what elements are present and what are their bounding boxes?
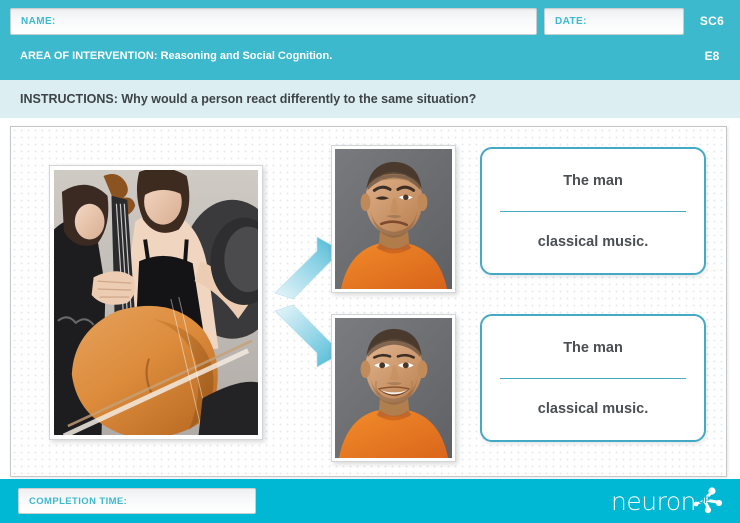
header-bar: NAME: DATE: SC6 AREA OF INTERVENTION: Re… bbox=[0, 0, 740, 80]
name-label: NAME: bbox=[21, 15, 56, 27]
instructions-text: INSTRUCTIONS: Why would a person react d… bbox=[20, 92, 477, 106]
date-input[interactable]: DATE: bbox=[544, 7, 684, 35]
man-smiling-photo bbox=[335, 318, 452, 458]
answer-1-line-1: The man bbox=[563, 172, 623, 189]
answer-box-1[interactable]: The man classical music. bbox=[480, 147, 706, 275]
logo-up-badge: UP bbox=[698, 495, 711, 505]
worksheet-panel: The man classical music. The man classic… bbox=[10, 126, 727, 477]
stimulus-image-frame bbox=[49, 165, 263, 440]
date-label: DATE: bbox=[555, 15, 587, 27]
completion-time-label: COMPLETION TIME: bbox=[29, 495, 128, 507]
area-of-intervention-text: AREA OF INTERVENTION: Reasoning and Soci… bbox=[20, 50, 684, 62]
footer-bar: COMPLETION TIME: neuron UP bbox=[0, 479, 740, 523]
area-label: AREA OF INTERVENTION: bbox=[20, 50, 158, 62]
code-e8: E8 bbox=[704, 49, 720, 63]
logo-wordmark: neuron bbox=[611, 486, 696, 516]
header-fields-row: NAME: DATE: SC6 bbox=[0, 0, 740, 42]
exercise-code-bottom: E8 bbox=[684, 49, 740, 63]
reaction-photo-frame-1 bbox=[331, 145, 456, 293]
name-input[interactable]: NAME: bbox=[10, 7, 537, 35]
exercise-code-top: SC6 bbox=[684, 14, 740, 28]
man-displeased-photo bbox=[335, 149, 452, 289]
completion-time-input[interactable]: COMPLETION TIME: bbox=[18, 488, 256, 514]
cello-players-photo bbox=[54, 170, 258, 435]
answer-2-line-2: classical music. bbox=[537, 400, 649, 417]
code-sc6: SC6 bbox=[699, 14, 725, 28]
answer-1-line-2: classical music. bbox=[537, 233, 649, 250]
area-value: Reasoning and Social Cognition. bbox=[157, 50, 333, 62]
answer-box-2[interactable]: The man classical music. bbox=[480, 314, 706, 442]
area-of-intervention-row: AREA OF INTERVENTION: Reasoning and Soci… bbox=[0, 42, 740, 70]
answer-2-blank-line[interactable] bbox=[500, 377, 686, 379]
reaction-photo-frame-2 bbox=[331, 314, 456, 462]
neuronup-logo: neuron UP bbox=[611, 486, 726, 516]
answer-2-line-1: The man bbox=[563, 339, 623, 356]
neuron-icon: UP bbox=[692, 486, 723, 516]
instructions-bar: INSTRUCTIONS: Why would a person react d… bbox=[0, 80, 740, 118]
answer-1-blank-line[interactable] bbox=[500, 210, 686, 212]
